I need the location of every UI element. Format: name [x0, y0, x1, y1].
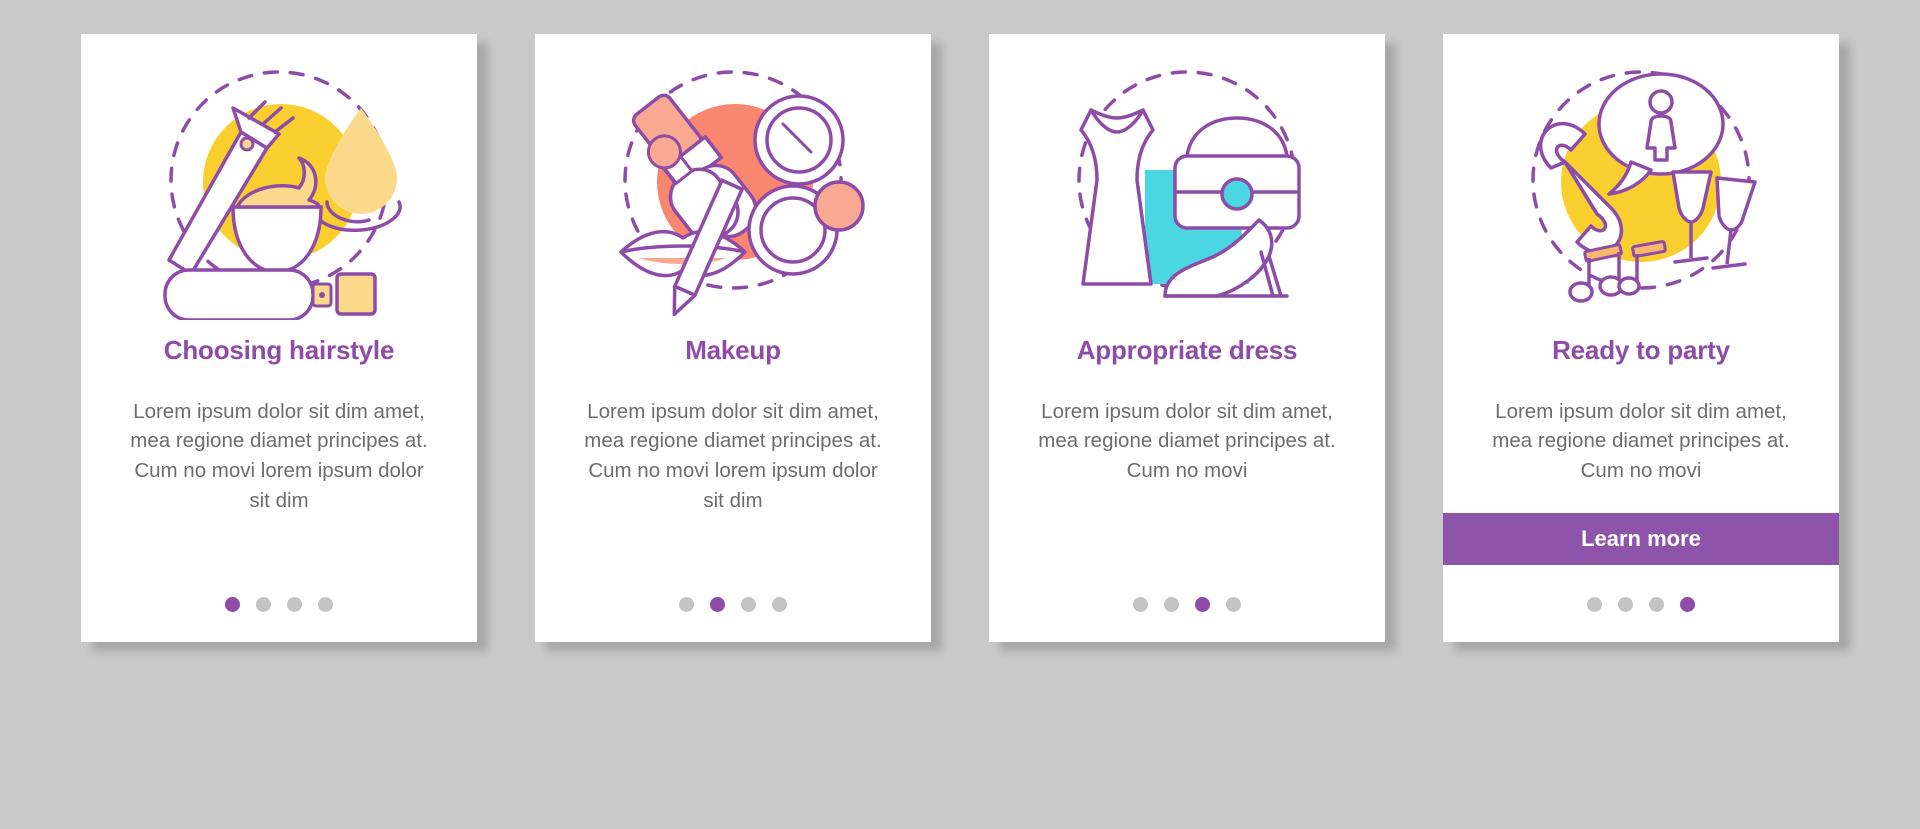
card-title: Ready to party — [1552, 335, 1730, 365]
pagination-dot-1[interactable] — [1587, 597, 1602, 612]
pagination-dot-3[interactable] — [1649, 597, 1664, 612]
appropriate-dress-illustration — [1037, 52, 1337, 320]
pagination-dot-2[interactable] — [710, 597, 725, 612]
onboarding-card-3[interactable]: Appropriate dress Lorem ipsum dolor sit … — [989, 34, 1385, 642]
pagination-dot-3[interactable] — [287, 597, 302, 612]
learn-more-button[interactable]: Learn more — [1443, 513, 1839, 565]
pagination-dot-2[interactable] — [1618, 597, 1633, 612]
pagination-dot-1[interactable] — [679, 597, 694, 612]
pagination-dot-4[interactable] — [1680, 597, 1695, 612]
ready-to-party-illustration — [1491, 52, 1791, 320]
pagination-dot-1[interactable] — [225, 597, 240, 612]
pagination-dots[interactable] — [81, 597, 477, 612]
pagination-dot-4[interactable] — [318, 597, 333, 612]
makeup-illustration — [583, 52, 883, 320]
card-body: Lorem ipsum dolor sit dim amet, mea regi… — [130, 399, 428, 512]
pagination-dot-3[interactable] — [741, 597, 756, 612]
card-body: Lorem ipsum dolor sit dim amet, mea regi… — [1038, 399, 1336, 483]
pagination-dot-1[interactable] — [1133, 597, 1148, 612]
card-title: Makeup — [685, 335, 781, 365]
card-title: Appropriate dress — [1076, 335, 1298, 365]
onboarding-screens-stage: Choosing hairstyle Lorem ipsum dolor sit… — [0, 0, 1920, 829]
pagination-dot-4[interactable] — [1226, 597, 1241, 612]
pagination-dot-3[interactable] — [1195, 597, 1210, 612]
pagination-dots[interactable] — [535, 597, 931, 612]
card-list: Choosing hairstyle Lorem ipsum dolor sit… — [0, 34, 1920, 642]
pagination-dot-2[interactable] — [256, 597, 271, 612]
onboarding-card-4[interactable]: Ready to party Lorem ipsum dolor sit dim… — [1443, 34, 1839, 642]
card-body: Lorem ipsum dolor sit dim amet, mea regi… — [1492, 399, 1790, 483]
pagination-dots[interactable] — [1443, 597, 1839, 612]
onboarding-card-1[interactable]: Choosing hairstyle Lorem ipsum dolor sit… — [81, 34, 477, 642]
pagination-dot-2[interactable] — [1164, 597, 1179, 612]
onboarding-card-2[interactable]: Makeup Lorem ipsum dolor sit dim amet, m… — [535, 34, 931, 642]
pagination-dots[interactable] — [989, 597, 1385, 612]
hairstyle-illustration — [129, 52, 429, 320]
card-title: Choosing hairstyle — [163, 335, 395, 365]
pagination-dot-4[interactable] — [772, 597, 787, 612]
card-body: Lorem ipsum dolor sit dim amet, mea regi… — [584, 399, 882, 512]
